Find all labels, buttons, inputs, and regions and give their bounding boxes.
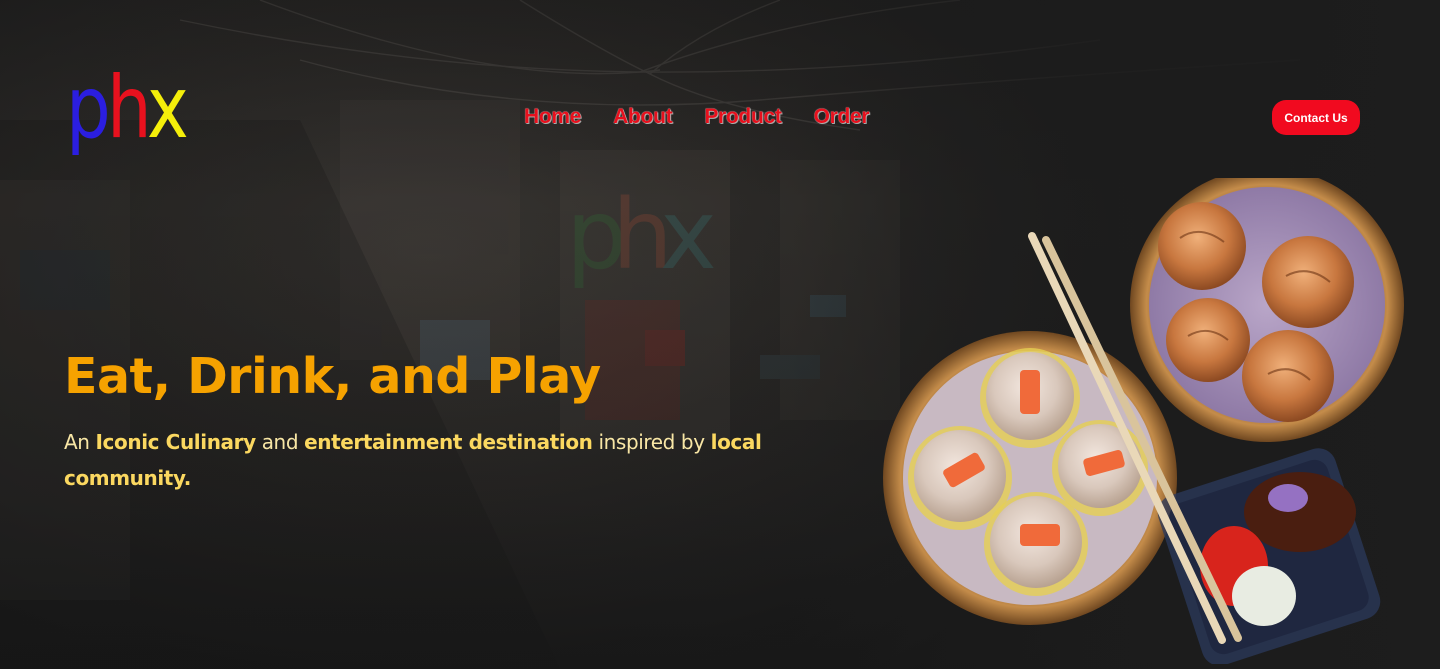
nav-home[interactable]: Home	[524, 105, 581, 129]
logo-letter-h: h	[106, 58, 152, 158]
brand-logo[interactable]: p h x	[66, 60, 206, 170]
nav-order[interactable]: Order	[814, 105, 870, 129]
sauce-tray	[1157, 448, 1381, 664]
contact-us-button[interactable]: Contact Us	[1272, 100, 1360, 135]
nav-about[interactable]: About	[613, 105, 672, 129]
highlight-entertainment: entertainment destination	[304, 430, 593, 454]
main-nav: Home About Product Order	[524, 100, 870, 134]
logo-letter-x: x	[147, 58, 189, 158]
hero-title: Eat, Drink, and Play	[64, 348, 601, 405]
fried-dumpling-basket	[1130, 178, 1404, 442]
siomay-basket	[883, 331, 1177, 625]
hero-subtitle: An Iconic Culinary and entertainment des…	[64, 430, 762, 490]
highlight-iconic-culinary: Iconic Culinary	[95, 430, 257, 454]
nav-product[interactable]: Product	[704, 105, 782, 129]
dim-sum-image	[883, 178, 1404, 664]
logo-letter-p: p	[66, 58, 111, 158]
